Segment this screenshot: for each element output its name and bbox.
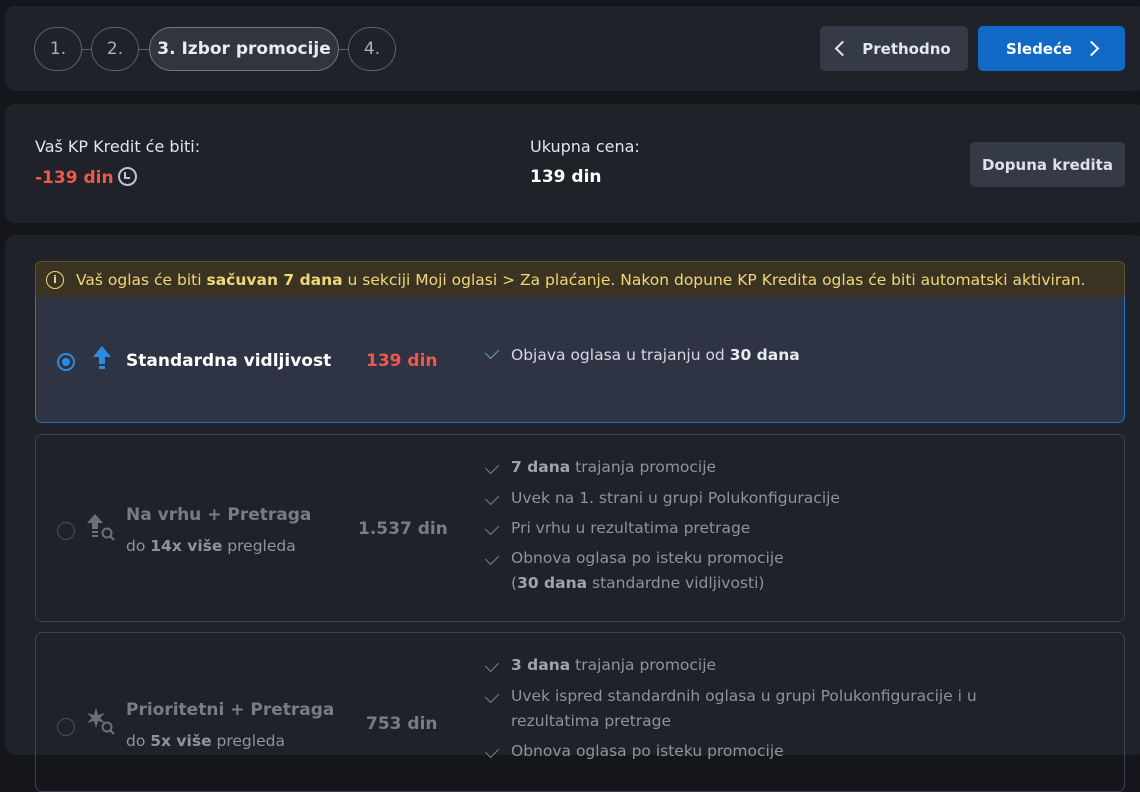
radio-standard[interactable]: [57, 353, 75, 371]
next-button[interactable]: Sledeće: [978, 26, 1125, 71]
radio-priority-search[interactable]: [57, 718, 75, 736]
info-icon: i: [46, 270, 64, 289]
top-search-icon: [87, 514, 115, 541]
check-icon: [484, 550, 500, 566]
feature-item: Obnova oglasa po isteku promocije: [511, 549, 784, 567]
step-connector: [339, 49, 348, 50]
step-2-label: 2.: [106, 39, 124, 59]
feature-item: rezultatima pretrage: [511, 712, 672, 730]
refresh-icon[interactable]: [117, 167, 137, 186]
option-title: Na vrhu + Pretraga: [126, 505, 312, 525]
feature-item: Uvek na 1. strani u grupi Polukonfigurac…: [511, 489, 840, 507]
step-bar: 1. 2. 3. Izbor promocije 4. Prethodno Sl…: [5, 6, 1140, 91]
total-value: 139 din: [530, 167, 602, 187]
option-top-search[interactable]: Na vrhu + Pretraga do 14x više pregleda …: [35, 434, 1125, 622]
previous-label: Prethodno: [862, 39, 951, 58]
feature-item: (30 dana standardne vidljivosti): [511, 574, 765, 592]
option-views: do 5x više pregleda: [126, 732, 285, 750]
next-label: Sledeće: [1005, 39, 1073, 58]
promotion-options: i Vaš oglas će biti sačuvan 7 dana u sek…: [5, 235, 1140, 792]
credit-value-row: -139 din: [35, 167, 137, 188]
total-label: Ukupna cena:: [530, 137, 640, 156]
check-icon: [484, 743, 500, 759]
chevron-left-icon: [834, 40, 851, 57]
step-4-label: 4.: [363, 39, 381, 59]
feature-item: 3 dana trajanja promocije: [511, 656, 717, 674]
option-title: Prioritetni + Pretraga: [126, 700, 335, 720]
previous-button[interactable]: Prethodno: [820, 26, 968, 71]
priority-search-icon: [87, 708, 115, 735]
arrow-up-icon: [93, 346, 111, 369]
notice-text: Vaš oglas će biti sačuvan 7 dana u sekci…: [76, 270, 1086, 289]
option-price: 1.537 din: [358, 519, 448, 539]
check-icon: [484, 344, 500, 360]
step-3-label: 3. Izbor promocije: [157, 39, 331, 59]
check-icon: [484, 688, 500, 704]
credit-value: -139 din: [35, 168, 114, 188]
info-notice: i Vaš oglas će biti sačuvan 7 dana u sek…: [35, 261, 1125, 298]
feature-item: 7 dana trajanja promocije: [511, 458, 717, 476]
check-icon: [484, 657, 500, 673]
credit-summary: Vaš KP Kredit će biti: -139 din Ukupna c…: [5, 104, 1140, 223]
feature-item: Obnova oglasa po isteku promocije: [511, 742, 784, 760]
step-2[interactable]: 2.: [91, 27, 139, 71]
feature-item: Uvek ispred standardnih oglasa u grupi P…: [511, 687, 977, 705]
option-priority-search[interactable]: Prioritetni + Pretraga do 5x više pregle…: [35, 632, 1125, 792]
step-1[interactable]: 1.: [34, 27, 82, 71]
step-4[interactable]: 4.: [348, 27, 396, 71]
feature-item: Pri vrhu u rezultatima pretrage: [511, 519, 751, 537]
credit-label: Vaš KP Kredit će biti:: [35, 137, 201, 156]
check-icon: [484, 459, 500, 475]
option-title: Standardna vidljivost: [126, 351, 332, 371]
step-connector: [82, 49, 91, 50]
check-icon: [484, 490, 500, 506]
radio-top-search[interactable]: [57, 522, 75, 540]
step-connector: [139, 49, 149, 50]
chevron-right-icon: [1083, 40, 1100, 57]
topup-label: Dopuna kredita: [982, 155, 1113, 174]
topup-credit-button[interactable]: Dopuna kredita: [970, 142, 1125, 187]
option-price: 753 din: [366, 714, 438, 734]
check-icon: [484, 520, 500, 536]
feature-item: Objava oglasa u trajanju od 30 dana: [511, 346, 800, 364]
option-price: 139 din: [366, 351, 438, 371]
step-1-label: 1.: [49, 39, 67, 59]
option-views: do 14x više pregleda: [126, 537, 296, 555]
step-3-active[interactable]: 3. Izbor promocije: [149, 27, 339, 71]
option-standard[interactable]: Standardna vidljivost 139 din Objava ogl…: [35, 297, 1125, 423]
